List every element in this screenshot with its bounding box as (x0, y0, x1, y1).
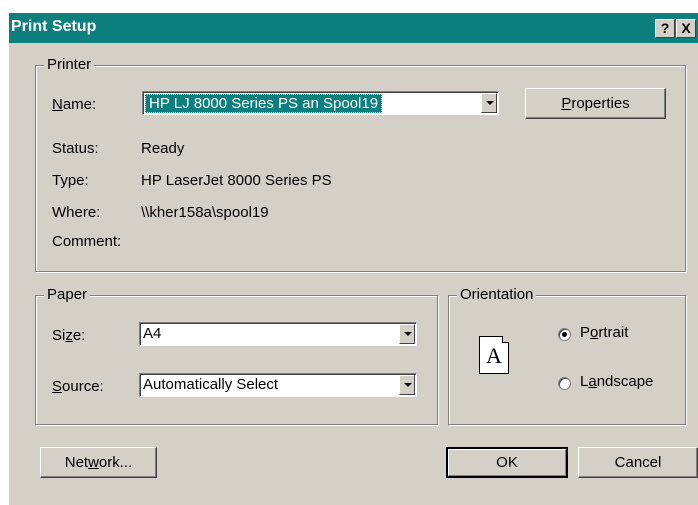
paper-size-value: A4 (143, 325, 162, 342)
paper-source-dropdown[interactable]: Automatically Select (139, 373, 417, 397)
title-bar[interactable]: Print Setup ? X (9, 13, 698, 43)
status-label: Status: (52, 140, 99, 157)
ok-button[interactable]: OK (446, 447, 568, 478)
portrait-radio[interactable] (558, 328, 571, 341)
landscape-radio[interactable] (558, 377, 571, 390)
dropdown-arrow-icon[interactable] (481, 93, 497, 113)
where-value: \\kher158a\spool19 (141, 204, 269, 221)
portrait-label[interactable]: Portrait (580, 324, 628, 341)
network-button[interactable]: Network... (40, 447, 157, 478)
comment-label: Comment: (52, 233, 122, 250)
dropdown-arrow-icon[interactable] (399, 324, 415, 344)
close-button[interactable]: X (676, 19, 696, 38)
status-value: Ready (141, 140, 185, 157)
portrait-page-icon: A (479, 336, 509, 374)
paper-group: Paper (35, 286, 438, 425)
print-setup-dialog: Print Setup ? X Printer Name: HP LJ 8000… (9, 13, 698, 505)
dropdown-arrow-icon[interactable] (399, 375, 415, 395)
help-button[interactable]: ? (655, 19, 675, 38)
paper-size-dropdown[interactable]: A4 (139, 322, 417, 346)
landscape-label[interactable]: Landscape (580, 373, 653, 390)
cancel-button[interactable]: Cancel (578, 447, 698, 478)
orientation-group-legend: Orientation (457, 286, 537, 303)
paper-source-value: Automatically Select (143, 376, 279, 393)
paper-size-label: Size: (52, 327, 86, 344)
printer-name-value: HP LJ 8000 Series PS an Spool19 (145, 94, 383, 113)
window-title: Print Setup (11, 18, 97, 35)
paper-group-legend: Paper (44, 286, 91, 303)
printer-name-dropdown[interactable]: HP LJ 8000 Series PS an Spool19 (142, 91, 499, 115)
paper-source-label: Source: (52, 378, 104, 395)
where-label: Where: (52, 204, 101, 221)
type-value: HP LaserJet 8000 Series PS (141, 172, 332, 189)
type-label: Type: (52, 172, 89, 189)
properties-button[interactable]: Properties (525, 88, 666, 119)
printer-name-label: Name: (52, 96, 97, 113)
printer-group-legend: Printer (44, 56, 95, 73)
